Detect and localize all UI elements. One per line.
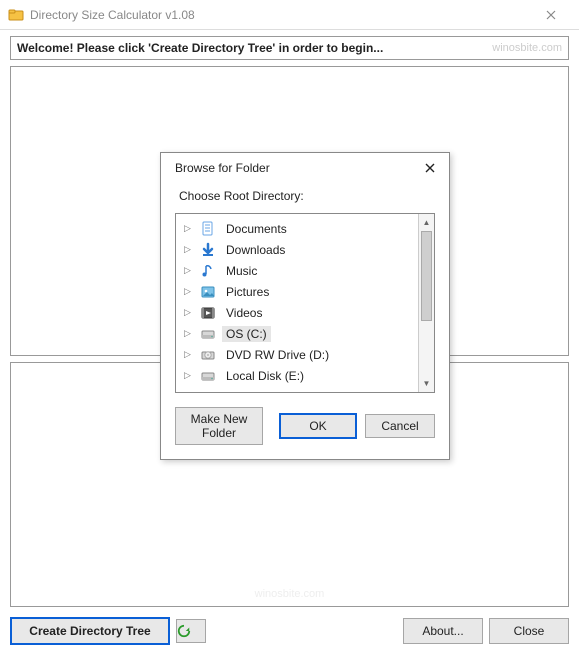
create-directory-tree-button[interactable]: Create Directory Tree — [10, 617, 170, 645]
videos-icon — [200, 305, 216, 321]
scrollbar[interactable]: ▲ ▼ — [418, 214, 435, 392]
drive-icon — [200, 368, 216, 384]
tree-item-label: Music — [222, 263, 261, 279]
tree-item-label: Downloads — [222, 242, 289, 258]
tree-item[interactable]: ▷ Documents — [176, 218, 418, 239]
pictures-icon — [200, 284, 216, 300]
folder-tree: ▷ Documents ▷ Downloads ▷ Music ▷ Pictures ▷ Vide… — [175, 213, 435, 393]
expander-icon[interactable]: ▷ — [184, 287, 194, 296]
tree-item-label: Documents — [222, 221, 291, 237]
panel-watermark: winosbite.com — [11, 588, 568, 600]
expander-icon[interactable]: ▷ — [184, 224, 194, 233]
bottom-toolbar: Create Directory Tree About... Close — [10, 617, 569, 645]
dialog-label: Choose Root Directory: — [175, 189, 435, 203]
expander-icon[interactable]: ▷ — [184, 371, 194, 380]
tree-item[interactable]: ▷Local Disk (F:) — [176, 386, 418, 392]
window-title: Directory Size Calculator v1.08 — [30, 8, 531, 22]
tree-item-label: OS (C:) — [222, 326, 271, 342]
welcome-bar: Welcome! Please click 'Create Directory … — [10, 36, 569, 60]
refresh-icon — [177, 624, 205, 638]
tree-item-label: Local Disk (F:) — [222, 389, 307, 393]
dialog-title: Browse for Folder — [175, 161, 421, 175]
tree-item[interactable]: ▷ DVD RW Drive (D:) — [176, 344, 418, 365]
tree-item[interactable]: ▷ Pictures — [176, 281, 418, 302]
expander-icon[interactable]: ▷ — [184, 350, 194, 359]
cancel-button[interactable]: Cancel — [365, 414, 435, 438]
scroll-down-icon[interactable]: ▼ — [419, 375, 434, 392]
tree-item-label: Pictures — [222, 284, 273, 300]
dialog-close-button[interactable] — [421, 163, 439, 173]
titlebar: Directory Size Calculator v1.08 — [0, 0, 579, 30]
expander-icon[interactable]: ▷ — [184, 245, 194, 254]
expander-icon[interactable]: ▷ — [184, 266, 194, 275]
tree-item-label: Local Disk (E:) — [222, 368, 308, 384]
tree-item[interactable]: ▷ Music — [176, 260, 418, 281]
expander-icon[interactable]: ▷ — [184, 329, 194, 338]
tree-item-label: DVD RW Drive (D:) — [222, 347, 333, 363]
scroll-up-icon[interactable]: ▲ — [419, 214, 434, 231]
watermark-text: winosbite.com — [492, 42, 562, 54]
download-icon — [200, 242, 216, 258]
tree-item[interactable]: ▷ Local Disk (E:) — [176, 365, 418, 386]
tree-item[interactable]: ▷ Downloads — [176, 239, 418, 260]
document-icon — [200, 221, 216, 237]
close-button[interactable]: Close — [489, 618, 569, 644]
tree-item[interactable]: ▷ OS (C:) — [176, 323, 418, 344]
scroll-track[interactable] — [419, 231, 434, 375]
drive-icon — [200, 389, 216, 393]
refresh-button[interactable] — [176, 619, 206, 643]
about-button[interactable]: About... — [403, 618, 483, 644]
dialog-titlebar: Browse for Folder — [161, 153, 449, 181]
dvd-icon — [200, 347, 216, 363]
drive-icon — [200, 326, 216, 342]
music-icon — [200, 263, 216, 279]
tree-item[interactable]: ▷ Videos — [176, 302, 418, 323]
expander-icon[interactable]: ▷ — [184, 308, 194, 317]
window-close-button[interactable] — [531, 0, 571, 30]
tree-item-label: Videos — [222, 305, 266, 321]
ok-button[interactable]: OK — [279, 413, 357, 439]
make-new-folder-button[interactable]: Make New Folder — [175, 407, 263, 445]
folder-icon — [8, 7, 24, 23]
welcome-message: Welcome! Please click 'Create Directory … — [17, 41, 492, 55]
scroll-thumb[interactable] — [421, 231, 432, 321]
browse-folder-dialog: Browse for Folder Choose Root Directory:… — [160, 152, 450, 460]
